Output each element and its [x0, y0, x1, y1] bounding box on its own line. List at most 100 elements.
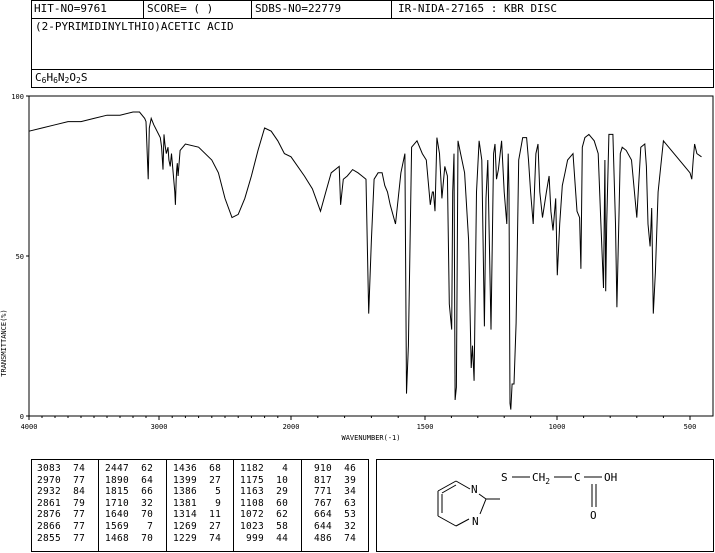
ir-spectrum-chart: 4000 3000 2000 1500 1000 500 0 50 100 WAVENUMBE… [0, 93, 714, 442]
score-field: SCORE= ( ) [144, 0, 252, 18]
peak-table-row: 1023 58 [240, 521, 301, 533]
peak-transmittance: 74 [344, 532, 357, 544]
peak-table-row: 910 46 [308, 463, 369, 475]
peak-wavenumber: 2876 [37, 509, 62, 521]
n-bottom-label: N [472, 515, 479, 528]
peak-wavenumber: 1640 [105, 509, 130, 521]
peak-transmittance: 32 [141, 497, 154, 509]
peak-transmittance: 77 [73, 509, 86, 521]
peak-table-row: 817 39 [308, 475, 369, 487]
peak-wavenumber: 1229 [173, 532, 198, 544]
peak-wavenumber: 1023 [240, 520, 265, 532]
peak-transmittance: 64 [141, 474, 154, 486]
peak-transmittance: 10 [276, 474, 289, 486]
peak-table-row: 771 34 [308, 486, 369, 498]
peak-table-column: 1436 68 1399 27 1386 5 1381 9 1314 11 1269 27… [166, 459, 234, 552]
peak-wavenumber: 1163 [240, 486, 265, 498]
x-tick-label: 1500 [417, 423, 434, 431]
pyrimidine-ring [437, 476, 602, 527]
peak-table-row: 1640 70 [105, 509, 166, 521]
peak-transmittance: 74 [73, 463, 86, 474]
peak-wavenumber: 1386 [173, 486, 198, 498]
x-axis-label: WAVENUMBER(-1) [341, 434, 400, 442]
molecular-formula: C6H6N2O2S [35, 71, 87, 85]
peak-table-row: 1569 7 [105, 521, 166, 533]
peak-wavenumber: 817 [308, 474, 333, 486]
hit-number: HIT-NO=9761 [31, 0, 144, 18]
peak-wavenumber: 1815 [105, 486, 130, 498]
peak-transmittance: 34 [344, 486, 357, 498]
peak-table-row: 1269 27 [173, 521, 234, 533]
peak-transmittance: 32 [344, 520, 357, 532]
peak-transmittance: 27 [209, 474, 222, 486]
x-tick-labels: 4000 3000 2000 1500 1000 500 [21, 423, 697, 431]
peak-transmittance: 44 [276, 532, 289, 544]
axis-ticks [26, 95, 691, 420]
peak-wavenumber: 644 [308, 520, 333, 532]
x-tick-label: 4000 [21, 423, 38, 431]
peak-table-row: 2866 77 [37, 521, 99, 533]
peak-transmittance: 39 [344, 474, 357, 486]
structure-panel: N N S CH2 C OH O [376, 459, 714, 552]
peak-wavenumber: 2447 [105, 463, 130, 474]
peak-transmittance: 63 [344, 497, 357, 509]
peak-table-row: 1815 66 [105, 486, 166, 498]
peak-table-column: 2447 62 1890 64 1815 66 1710 32 1640 70 1569 … [98, 459, 166, 552]
peak-table-row: 1182 4 [240, 463, 301, 475]
formula-part: S [80, 71, 88, 84]
peak-transmittance: 66 [141, 486, 154, 498]
header-panel: HIT-NO=9761 SCORE= ( ) SDBS-NO=22779 IR-… [31, 0, 714, 88]
peak-table-row: 2447 62 [105, 463, 166, 475]
sdbs-number: SDBS-NO=22779 [252, 0, 392, 18]
y-tick-label: 100 [11, 93, 24, 101]
peak-wavenumber: 999 [240, 532, 265, 544]
peak-table-row: 1175 10 [240, 475, 301, 487]
x-tick-label: 3000 [151, 423, 168, 431]
peak-wavenumber: 2932 [37, 486, 62, 498]
peak-transmittance: 53 [344, 509, 357, 521]
peak-wavenumber: 2970 [37, 474, 62, 486]
peak-transmittance: 27 [209, 520, 222, 532]
peak-wavenumber: 1890 [105, 474, 130, 486]
formula-row [31, 69, 714, 88]
peak-table-row: 1436 68 [173, 463, 234, 475]
spectrum-line [28, 111, 702, 410]
peak-transmittance: 9 [209, 497, 222, 509]
peak-wavenumber: 1314 [173, 509, 198, 521]
peak-transmittance: 84 [73, 486, 86, 498]
peak-transmittance: 46 [344, 463, 357, 474]
peak-wavenumber: 2855 [37, 532, 62, 544]
x-tick-label: 2000 [283, 423, 300, 431]
peak-table-row: 1710 32 [105, 498, 166, 510]
peak-table-row: 767 63 [308, 498, 369, 510]
peak-wavenumber: 1182 [240, 463, 265, 474]
peak-wavenumber: 1468 [105, 532, 130, 544]
peak-transmittance: 77 [73, 474, 86, 486]
y-axis-label: TRANSMITTANCE(%) [0, 309, 8, 376]
peak-table-row: 1381 9 [173, 498, 234, 510]
peak-transmittance: 62 [141, 463, 154, 474]
peak-transmittance: 58 [276, 520, 289, 532]
ch2-label: CH2 [532, 471, 550, 486]
carbonyl-carbon-label: C [574, 471, 581, 484]
peak-transmittance: 70 [141, 509, 154, 521]
peak-wavenumber: 1710 [105, 497, 130, 509]
n-top-label: N [471, 483, 478, 496]
peak-wavenumber: 664 [308, 509, 333, 521]
peak-transmittance: 4 [276, 463, 289, 474]
sulfur-label: S [501, 471, 508, 484]
peak-table-row: 1229 74 [173, 533, 234, 545]
peak-table-column: 3083 74 2970 77 2932 84 2861 79 2876 77 2866 … [31, 459, 99, 552]
peak-wavenumber: 767 [308, 497, 333, 509]
structure-diagram: N N S CH2 C OH O [437, 471, 617, 528]
peak-table-row: 486 74 [308, 533, 369, 545]
peak-transmittance: 68 [209, 463, 222, 474]
peak-table-row: 1163 29 [240, 486, 301, 498]
carbonyl-oxygen-label: O [590, 509, 597, 522]
peak-wavenumber: 2861 [37, 497, 62, 509]
peak-table-row: 2876 77 [37, 509, 99, 521]
peak-table-row: 2970 77 [37, 475, 99, 487]
peak-transmittance: 29 [276, 486, 289, 498]
peak-transmittance: 77 [73, 532, 86, 544]
peak-table-row: 2932 84 [37, 486, 99, 498]
